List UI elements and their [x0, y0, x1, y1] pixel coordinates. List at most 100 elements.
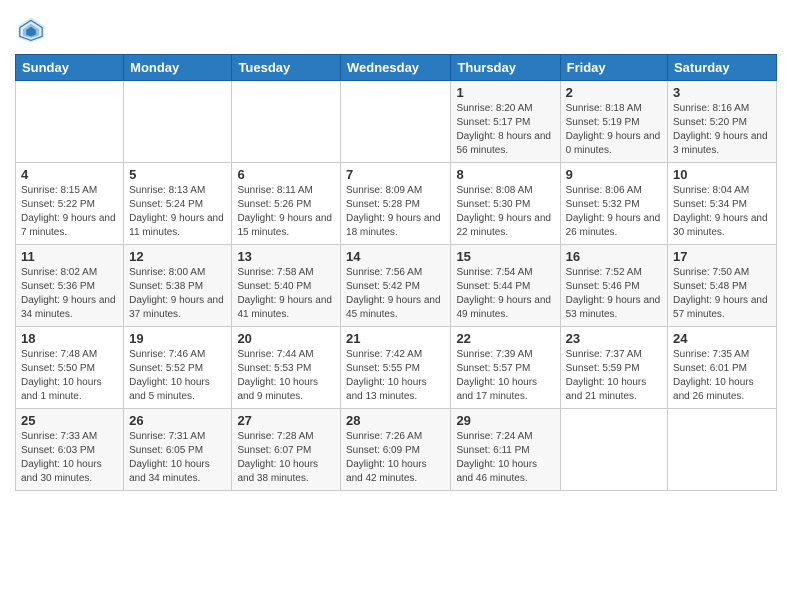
- day-number: 21: [346, 331, 445, 346]
- calendar-cell: 27 Sunrise: 7:28 AM Sunset: 6:07 PM Dayli…: [232, 409, 341, 491]
- day-info: Sunrise: 7:26 AM Sunset: 6:09 PM Dayligh…: [346, 430, 445, 486]
- day-number: 3: [673, 85, 771, 100]
- day-info: Sunrise: 7:48 AM Sunset: 5:50 PM Dayligh…: [21, 348, 118, 404]
- calendar-cell: 11 Sunrise: 8:02 AM Sunset: 5:36 PM Dayli…: [16, 245, 124, 327]
- day-info: Sunrise: 7:33 AM Sunset: 6:03 PM Dayligh…: [21, 430, 118, 486]
- day-number: 9: [566, 167, 662, 182]
- day-number: 26: [129, 413, 226, 428]
- calendar-cell: [232, 81, 341, 163]
- calendar-cell: 13 Sunrise: 7:58 AM Sunset: 5:40 PM Dayli…: [232, 245, 341, 327]
- calendar-cell: 14 Sunrise: 7:56 AM Sunset: 5:42 PM Dayli…: [341, 245, 451, 327]
- day-number: 10: [673, 167, 771, 182]
- day-header: Saturday: [668, 55, 777, 81]
- day-info: Sunrise: 7:28 AM Sunset: 6:07 PM Dayligh…: [237, 430, 335, 486]
- day-number: 17: [673, 249, 771, 264]
- page-header: [15, 10, 777, 46]
- day-info: Sunrise: 8:00 AM Sunset: 5:38 PM Dayligh…: [129, 266, 226, 322]
- day-info: Sunrise: 7:50 AM Sunset: 5:48 PM Dayligh…: [673, 266, 771, 322]
- day-number: 12: [129, 249, 226, 264]
- calendar-cell: 28 Sunrise: 7:26 AM Sunset: 6:09 PM Dayli…: [341, 409, 451, 491]
- calendar-cell: 19Sunrise: 7:46 AM Sunset: 5:52 PM Dayli…: [124, 327, 232, 409]
- day-info: Sunrise: 8:08 AM Sunset: 5:30 PM Dayligh…: [456, 184, 554, 240]
- day-info: Sunrise: 8:04 AM Sunset: 5:34 PM Dayligh…: [673, 184, 771, 240]
- calendar-cell: 16 Sunrise: 7:52 AM Sunset: 5:46 PM Dayli…: [560, 245, 667, 327]
- day-number: 13: [237, 249, 335, 264]
- day-info: Sunrise: 8:02 AM Sunset: 5:36 PM Dayligh…: [21, 266, 118, 322]
- calendar-cell: 20 Sunrise: 7:44 AM Sunset: 5:53 PM Dayli…: [232, 327, 341, 409]
- day-number: 2: [566, 85, 662, 100]
- calendar-cell: 9 Sunrise: 8:06 AM Sunset: 5:32 PM Daylig…: [560, 163, 667, 245]
- calendar-cell: 23 Sunrise: 7:37 AM Sunset: 5:59 PM Dayli…: [560, 327, 667, 409]
- day-info: Sunrise: 8:18 AM Sunset: 5:19 PM Dayligh…: [566, 102, 662, 158]
- day-header: Thursday: [451, 55, 560, 81]
- calendar-header-row: SundayMondayTuesdayWednesdayThursdayFrid…: [16, 55, 777, 81]
- calendar-cell: [124, 81, 232, 163]
- day-number: 15: [456, 249, 554, 264]
- calendar-week-row: 25 Sunrise: 7:33 AM Sunset: 6:03 PM Dayli…: [16, 409, 777, 491]
- day-number: 11: [21, 249, 118, 264]
- day-info: Sunrise: 8:13 AM Sunset: 5:24 PM Dayligh…: [129, 184, 226, 240]
- day-info: Sunrise: 7:31 AM Sunset: 6:05 PM Dayligh…: [129, 430, 226, 486]
- calendar-cell: 6 Sunrise: 8:11 AM Sunset: 5:26 PM Daylig…: [232, 163, 341, 245]
- day-info: Sunrise: 7:58 AM Sunset: 5:40 PM Dayligh…: [237, 266, 335, 322]
- calendar-cell: 26 Sunrise: 7:31 AM Sunset: 6:05 PM Dayli…: [124, 409, 232, 491]
- day-header: Friday: [560, 55, 667, 81]
- calendar-cell: 12 Sunrise: 8:00 AM Sunset: 5:38 PM Dayli…: [124, 245, 232, 327]
- day-number: 5: [129, 167, 226, 182]
- day-info: Sunrise: 7:44 AM Sunset: 5:53 PM Dayligh…: [237, 348, 335, 404]
- day-number: 6: [237, 167, 335, 182]
- calendar-cell: 24 Sunrise: 7:35 AM Sunset: 6:01 PM Dayli…: [668, 327, 777, 409]
- day-number: 25: [21, 413, 118, 428]
- day-info: Sunrise: 8:15 AM Sunset: 5:22 PM Dayligh…: [21, 184, 118, 240]
- calendar-week-row: 4Sunrise: 8:15 AM Sunset: 5:22 PM Daylig…: [16, 163, 777, 245]
- day-number: 18: [21, 331, 118, 346]
- calendar-cell: 2 Sunrise: 8:18 AM Sunset: 5:19 PM Daylig…: [560, 81, 667, 163]
- day-number: 7: [346, 167, 445, 182]
- day-number: 23: [566, 331, 662, 346]
- day-info: Sunrise: 8:16 AM Sunset: 5:20 PM Dayligh…: [673, 102, 771, 158]
- day-info: Sunrise: 8:06 AM Sunset: 5:32 PM Dayligh…: [566, 184, 662, 240]
- calendar-week-row: 11 Sunrise: 8:02 AM Sunset: 5:36 PM Dayli…: [16, 245, 777, 327]
- day-number: 27: [237, 413, 335, 428]
- calendar-cell: 18 Sunrise: 7:48 AM Sunset: 5:50 PM Dayli…: [16, 327, 124, 409]
- calendar-cell: 4Sunrise: 8:15 AM Sunset: 5:22 PM Daylig…: [16, 163, 124, 245]
- calendar-cell: 7 Sunrise: 8:09 AM Sunset: 5:28 PM Daylig…: [341, 163, 451, 245]
- day-info: Sunrise: 7:24 AM Sunset: 6:11 PM Dayligh…: [456, 430, 554, 486]
- day-number: 24: [673, 331, 771, 346]
- day-info: Sunrise: 7:35 AM Sunset: 6:01 PM Dayligh…: [673, 348, 771, 404]
- calendar-table: SundayMondayTuesdayWednesdayThursdayFrid…: [15, 54, 777, 491]
- day-header: Monday: [124, 55, 232, 81]
- day-header: Wednesday: [341, 55, 451, 81]
- calendar-cell: 21 Sunrise: 7:42 AM Sunset: 5:55 PM Dayli…: [341, 327, 451, 409]
- day-number: 28: [346, 413, 445, 428]
- day-header: Tuesday: [232, 55, 341, 81]
- calendar-cell: [16, 81, 124, 163]
- calendar-cell: 1Sunrise: 8:20 AM Sunset: 5:17 PM Daylig…: [451, 81, 560, 163]
- day-number: 22: [456, 331, 554, 346]
- day-info: Sunrise: 7:56 AM Sunset: 5:42 PM Dayligh…: [346, 266, 445, 322]
- calendar-cell: 17 Sunrise: 7:50 AM Sunset: 5:48 PM Dayli…: [668, 245, 777, 327]
- calendar-cell: [341, 81, 451, 163]
- calendar-cell: 5 Sunrise: 8:13 AM Sunset: 5:24 PM Daylig…: [124, 163, 232, 245]
- calendar-week-row: 1Sunrise: 8:20 AM Sunset: 5:17 PM Daylig…: [16, 81, 777, 163]
- logo: [15, 14, 51, 46]
- day-info: Sunrise: 8:09 AM Sunset: 5:28 PM Dayligh…: [346, 184, 445, 240]
- day-number: 20: [237, 331, 335, 346]
- calendar-week-row: 18 Sunrise: 7:48 AM Sunset: 5:50 PM Dayli…: [16, 327, 777, 409]
- day-info: Sunrise: 7:39 AM Sunset: 5:57 PM Dayligh…: [456, 348, 554, 404]
- calendar-cell: 3 Sunrise: 8:16 AM Sunset: 5:20 PM Daylig…: [668, 81, 777, 163]
- day-number: 16: [566, 249, 662, 264]
- day-info: Sunrise: 8:11 AM Sunset: 5:26 PM Dayligh…: [237, 184, 335, 240]
- day-info: Sunrise: 7:52 AM Sunset: 5:46 PM Dayligh…: [566, 266, 662, 322]
- calendar-cell: [560, 409, 667, 491]
- day-info: Sunrise: 7:37 AM Sunset: 5:59 PM Dayligh…: [566, 348, 662, 404]
- day-number: 14: [346, 249, 445, 264]
- day-info: Sunrise: 7:46 AM Sunset: 5:52 PM Dayligh…: [129, 348, 226, 404]
- logo-icon: [15, 14, 47, 46]
- calendar-cell: 15Sunrise: 7:54 AM Sunset: 5:44 PM Dayli…: [451, 245, 560, 327]
- calendar-cell: [668, 409, 777, 491]
- day-header: Sunday: [16, 55, 124, 81]
- day-info: Sunrise: 7:42 AM Sunset: 5:55 PM Dayligh…: [346, 348, 445, 404]
- day-number: 29: [456, 413, 554, 428]
- calendar-cell: 25 Sunrise: 7:33 AM Sunset: 6:03 PM Dayli…: [16, 409, 124, 491]
